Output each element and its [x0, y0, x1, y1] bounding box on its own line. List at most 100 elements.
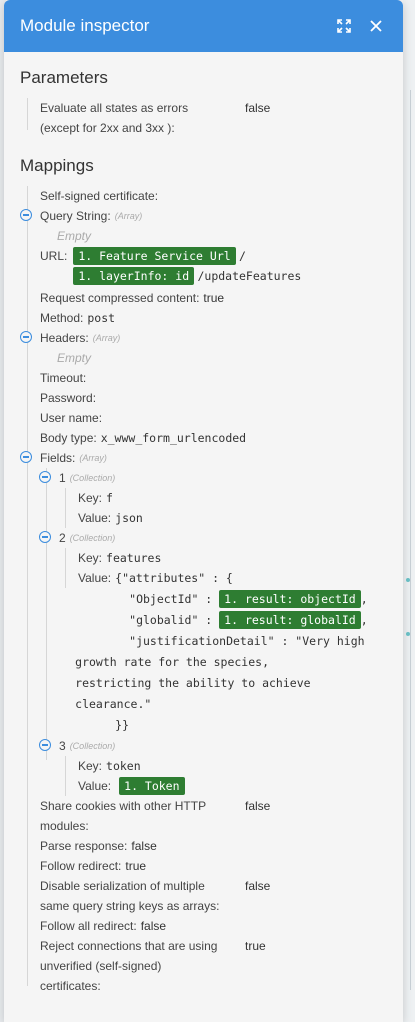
- globalid-pill[interactable]: 1. result: globalId: [219, 611, 361, 629]
- token-pill[interactable]: 1. Token: [119, 777, 185, 795]
- empty-placeholder: Empty: [57, 229, 92, 243]
- objectid-pill[interactable]: 1. result: objectId: [219, 590, 361, 608]
- key-label: Key:: [78, 759, 103, 773]
- reject-connections-value: true: [245, 939, 266, 953]
- reject-connections-label-cont: certificates:: [40, 979, 101, 993]
- share-cookies-row: Share cookies with other HTTP modules: f…: [20, 796, 403, 836]
- evaluate-errors-value: false: [245, 101, 271, 115]
- follow-redirect-value: true: [125, 859, 147, 873]
- collapse-minus-icon[interactable]: [39, 531, 51, 543]
- json-line: {"attributes" : {: [115, 571, 233, 585]
- collapse-minus-icon[interactable]: [39, 739, 51, 751]
- headers-empty-row: Empty: [20, 348, 403, 368]
- fields-label: Fields:: [40, 451, 76, 465]
- self-signed-label: Self-signed certificate:: [40, 189, 159, 203]
- timeout-label: Timeout:: [40, 371, 87, 385]
- follow-all-redirect-label: Follow all redirect:: [40, 919, 137, 933]
- url-pill-feature-service[interactable]: 1. Feature Service Url: [73, 247, 236, 265]
- close-icon[interactable]: [365, 15, 387, 37]
- json-justification-line: "justificationDetail" : "Very high: [129, 634, 365, 648]
- field-item-1-value: json: [115, 511, 143, 525]
- background-app-right: [403, 0, 415, 1022]
- field-item-3: 3 (Collection): [39, 736, 403, 756]
- inspector-content: Parameters Evaluate all states as errors…: [4, 52, 403, 996]
- json-comma: ,: [360, 613, 368, 627]
- username-label: User name:: [40, 411, 103, 425]
- compressed-value: true: [203, 291, 225, 305]
- array-type-hint: (Array): [79, 453, 107, 463]
- body-type-value: x_www_form_urlencoded: [100, 431, 247, 445]
- follow-all-redirect-value: false: [140, 919, 167, 933]
- json-comma: ,: [360, 592, 368, 606]
- share-cookies-label: Share cookies with other HTTP: [40, 799, 207, 813]
- evaluate-errors-label: Evaluate all states as errors: [40, 101, 189, 115]
- titlebar: Module inspector: [4, 0, 403, 52]
- reject-connections-label-cont: unverified (self-signed): [40, 959, 162, 973]
- collection-type-hint: (Collection): [69, 741, 116, 751]
- password-row: Password:: [20, 388, 403, 408]
- panel-title: Module inspector: [20, 16, 150, 35]
- parameters-tree: Evaluate all states as errors (except fo…: [20, 98, 403, 138]
- disable-serialization-value: false: [245, 879, 271, 893]
- timeout-row: Timeout:: [20, 368, 403, 388]
- reject-connections-row: Reject connections that are using unveri…: [20, 936, 403, 996]
- headers-row: Headers: (Array): [20, 328, 403, 348]
- collapse-minus-icon[interactable]: [39, 471, 51, 483]
- key-label: Key:: [78, 551, 103, 565]
- field-item-index: 3: [59, 739, 66, 753]
- disable-serialization-label-cont: same query string keys as arrays:: [40, 899, 220, 913]
- query-string-label: Query String:: [40, 209, 111, 223]
- empty-placeholder: Empty: [57, 351, 92, 365]
- field-item-1-children: Key: f Value: json: [58, 488, 403, 528]
- share-cookies-label-cont: modules:: [40, 819, 89, 833]
- field-item-1-key: f: [106, 491, 113, 505]
- field-item-2-children: Key: features Value: {"attributes" : { "…: [58, 548, 403, 736]
- compressed-row: Request compressed content: true: [20, 288, 403, 308]
- query-string-row: Query String: (Array): [20, 206, 403, 226]
- fields-tree: 1 (Collection) Key: f Value: json 2 (Col…: [39, 468, 403, 796]
- collapse-minus-icon[interactable]: [20, 209, 32, 221]
- json-globalid-line: "globalid" : 1. result: globalId,: [115, 610, 368, 631]
- json-objectid-line: "ObjectId" : 1. result: objectId,: [115, 589, 368, 610]
- method-row: Method: post: [20, 308, 403, 328]
- background-divider: [410, 90, 411, 990]
- field-item-3-key: token: [106, 759, 141, 773]
- url-pill-layer-id[interactable]: 1. layerInfo: id: [73, 267, 195, 285]
- field-item-1-key-row: Key: f: [58, 488, 403, 508]
- fields-row: Fields: (Array): [20, 448, 403, 468]
- collapse-minus-icon[interactable]: [20, 451, 32, 463]
- self-signed-row: Self-signed certificate:: [20, 186, 403, 206]
- body-type-row: Body type: x_www_form_urlencoded: [20, 428, 403, 448]
- evaluate-errors-label-cont: (except for 2xx and 3xx ):: [40, 121, 175, 135]
- field-item-3-children: Key: token Value: 1. Token: [58, 756, 403, 796]
- value-label: Value:: [78, 779, 112, 793]
- collection-type-hint: (Collection): [69, 473, 116, 483]
- url-slash: /: [239, 249, 246, 263]
- parse-response-row: Parse response: false: [20, 836, 403, 856]
- module-inspector-panel: Module inspector Parameters Evaluate all…: [4, 0, 403, 1022]
- value-label: Value:: [78, 511, 112, 525]
- field-item-index: 1: [59, 471, 66, 485]
- field-item-2-value-row: Value: {"attributes" : { "ObjectId" : 1.…: [58, 568, 403, 736]
- json-close: }}: [115, 718, 129, 732]
- collection-type-hint: (Collection): [69, 533, 116, 543]
- array-type-hint: (Array): [114, 211, 143, 221]
- field-item-2: 2 (Collection): [39, 528, 403, 548]
- url-label: URL:: [40, 249, 68, 263]
- mappings-heading: Mappings: [20, 156, 94, 175]
- key-label: Key:: [78, 491, 103, 505]
- reject-connections-label: Reject connections that are using: [40, 939, 218, 953]
- follow-all-redirect-row: Follow all redirect: false: [20, 916, 403, 936]
- url-suffix: /updateFeatures: [197, 269, 302, 283]
- disable-serialization-row: Disable serialization of multiple same q…: [20, 876, 403, 916]
- share-cookies-value: false: [245, 799, 271, 813]
- follow-redirect-label: Follow redirect:: [40, 859, 122, 873]
- collapse-minus-icon[interactable]: [20, 331, 32, 343]
- password-label: Password:: [40, 391, 97, 405]
- field-item-1: 1 (Collection): [39, 468, 403, 488]
- expand-icon[interactable]: [333, 15, 355, 37]
- method-value: post: [87, 311, 116, 325]
- field-item-2-json: {"attributes" : { "ObjectId" : 1. result…: [75, 568, 368, 736]
- mappings-tree: Self-signed certificate: Query String: (…: [20, 186, 403, 996]
- compressed-label: Request compressed content:: [40, 291, 200, 305]
